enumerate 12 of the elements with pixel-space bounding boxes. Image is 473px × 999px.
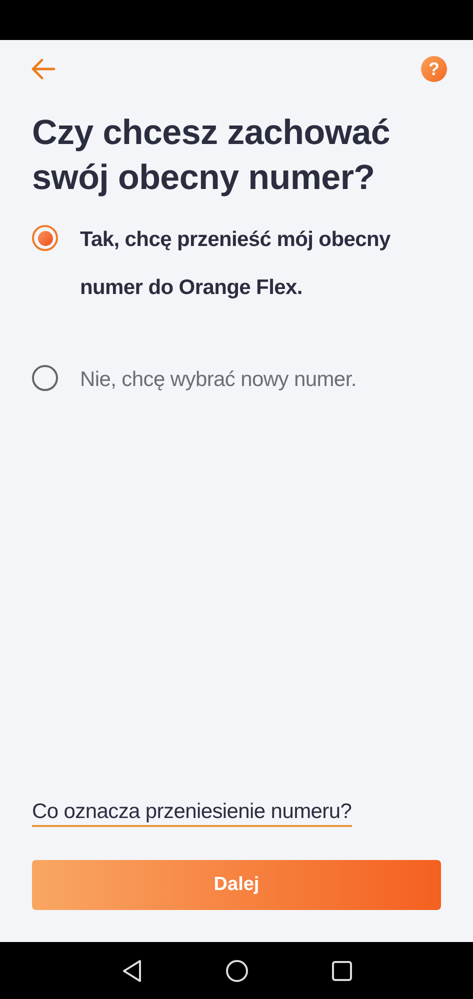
page-title: Czy chcesz zachować swój obecny numer? xyxy=(32,112,392,199)
option-label[interactable]: Tak, chcę przenieść mój obecny numer do Orange Flex. xyxy=(80,216,441,312)
back-arrow-icon[interactable] xyxy=(30,58,56,80)
radio-button[interactable] xyxy=(32,365,58,391)
back-triangle-icon[interactable] xyxy=(120,958,142,982)
help-button[interactable]: ? xyxy=(421,56,447,82)
radio-button[interactable] xyxy=(32,225,58,251)
recents-square-icon[interactable] xyxy=(330,960,352,982)
info-link[interactable]: Co oznacza przeniesienie numeru? xyxy=(32,800,352,827)
next-button[interactable]: Dalej xyxy=(32,860,441,910)
option-label[interactable]: Nie, chcę wybrać nowy numer. xyxy=(80,356,356,404)
home-circle-icon[interactable] xyxy=(224,958,248,982)
